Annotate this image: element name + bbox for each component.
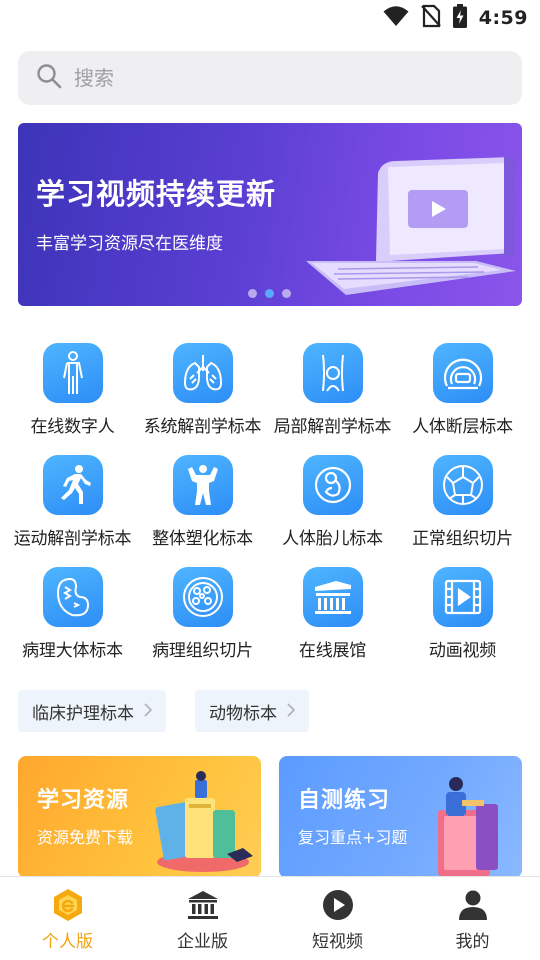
search-icon	[36, 63, 62, 93]
tab-label: 企业版	[177, 932, 228, 952]
grid-label: 病理大体标本	[22, 641, 123, 661]
cell-slice-icon	[172, 567, 233, 627]
tab-label: 短视频	[312, 932, 363, 952]
tab-short-video[interactable]: 短视频	[270, 877, 405, 960]
lungs-icon	[172, 343, 233, 403]
battery-charging-icon	[452, 4, 467, 32]
search-input[interactable]	[74, 66, 474, 90]
banner-subtitle: 丰富学习资源尽在医维度	[36, 234, 223, 254]
grid-label: 在线展馆	[298, 641, 367, 661]
student-books-illustration	[438, 777, 498, 876]
tab-personal[interactable]: 个人版	[0, 877, 135, 960]
card-self-test-practice[interactable]: 自测练习 复习重点+习题	[279, 756, 522, 878]
chip-clinical-nursing[interactable]: 临床护理标本	[18, 690, 166, 732]
chip-label: 动物标本	[209, 703, 277, 724]
bottom-tab-bar: 个人版 企业版 短视频 我的	[0, 876, 540, 960]
grid-item-normal-tissue[interactable]: 正常组织切片	[395, 452, 530, 564]
fetus-icon	[302, 455, 363, 515]
grid-label: 人体胎儿标本	[282, 529, 383, 549]
human-body-icon	[42, 343, 103, 403]
grid-label: 在线数字人	[30, 417, 115, 437]
tissue-cells-icon	[432, 455, 493, 515]
personal-edition-icon	[0, 885, 135, 925]
torso-icon	[302, 343, 363, 403]
chip-label: 临床护理标本	[32, 703, 134, 724]
grid-label: 病理组织切片	[152, 641, 253, 661]
pagination-dot-active[interactable]	[265, 289, 274, 298]
film-play-icon	[432, 567, 493, 627]
chevron-right-icon	[287, 702, 296, 721]
user-icon	[405, 885, 540, 925]
play-circle-icon	[270, 885, 405, 925]
grid-item-pathology-slice[interactable]: 病理组织切片	[135, 564, 270, 676]
no-sim-icon	[420, 4, 441, 32]
card-learning-resources[interactable]: 学习资源 资源免费下载	[18, 756, 261, 878]
grid-label: 正常组织切片	[412, 529, 513, 549]
chevron-right-icon	[144, 702, 153, 721]
grid-label: 整体塑化标本	[152, 529, 253, 549]
card-title: 学习资源	[37, 788, 130, 813]
banner-pagination	[248, 289, 291, 298]
muscle-figure-icon	[172, 455, 233, 515]
bank-building-icon	[135, 885, 270, 925]
grid-item-gross-pathology[interactable]: 病理大体标本	[5, 564, 140, 676]
status-time: 4:59	[478, 7, 528, 29]
grid-item-fetus[interactable]: 人体胎儿标本	[265, 452, 400, 564]
grid-item-sports-anatomy[interactable]: 运动解剖学标本	[5, 452, 140, 564]
kidney-icon	[42, 567, 103, 627]
grid-item-online-digital-human[interactable]: 在线数字人	[5, 340, 140, 452]
status-bar: 4:59	[0, 0, 540, 36]
grid-label: 局部解剖学标本	[273, 417, 392, 437]
laptop-video-illustration	[306, 157, 516, 295]
pagination-dot[interactable]	[282, 289, 291, 298]
museum-icon	[302, 567, 363, 627]
grid-label: 动画视频	[428, 641, 497, 661]
promo-banner[interactable]: 学习视频持续更新 丰富学习资源尽在医维度	[18, 123, 522, 306]
card-title: 自测练习	[298, 788, 391, 813]
grid-item-cross-section[interactable]: 人体断层标本	[395, 340, 530, 452]
search-bar[interactable]	[18, 51, 522, 105]
grid-item-animation-video[interactable]: 动画视频	[395, 564, 530, 676]
pagination-dot[interactable]	[248, 289, 257, 298]
status-icons: 4:59	[383, 4, 528, 32]
tab-label: 我的	[455, 932, 490, 952]
grid-label: 运动解剖学标本	[13, 529, 132, 549]
ct-scan-icon	[432, 343, 493, 403]
wifi-icon	[383, 5, 409, 31]
grid-item-systemic-anatomy[interactable]: 系统解剖学标本	[135, 340, 270, 452]
tab-mine[interactable]: 我的	[405, 877, 540, 960]
card-subtitle: 资源免费下载	[37, 828, 134, 847]
tab-label: 个人版	[42, 932, 93, 952]
chip-animal-specimens[interactable]: 动物标本	[195, 690, 309, 732]
grid-label: 系统解剖学标本	[143, 417, 262, 437]
grid-item-plastination[interactable]: 整体塑化标本	[135, 452, 270, 564]
grid-item-regional-anatomy[interactable]: 局部解剖学标本	[265, 340, 400, 452]
runner-icon	[42, 455, 103, 515]
grid-label: 人体断层标本	[412, 417, 513, 437]
tab-enterprise[interactable]: 企业版	[135, 877, 270, 960]
books-illustration	[155, 771, 253, 872]
grid-item-online-exhibition[interactable]: 在线展馆	[265, 564, 400, 676]
card-subtitle: 复习重点+习题	[298, 828, 408, 847]
banner-title: 学习视频持续更新	[36, 177, 277, 211]
